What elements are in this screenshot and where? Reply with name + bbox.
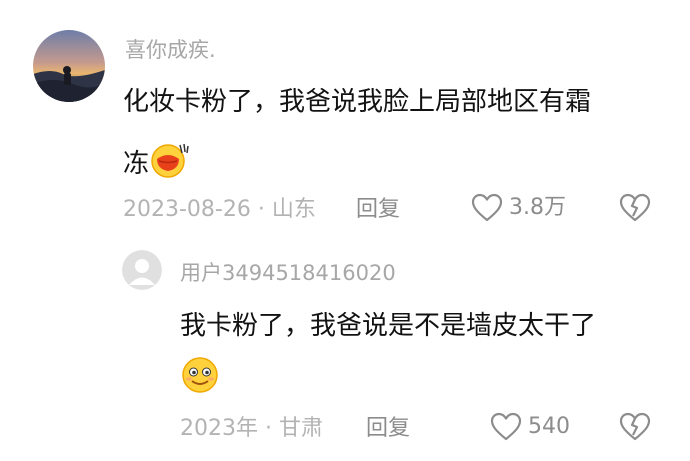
comment-meta: 2023-08-26 · 山东	[123, 197, 316, 222]
heart-icon	[471, 193, 503, 222]
user-avatar[interactable]	[33, 30, 105, 102]
reply-like-button[interactable]: 540	[490, 412, 570, 442]
kiss-lips-emoji-icon	[149, 141, 189, 188]
heart-icon	[490, 412, 522, 441]
reply-text: 我卡粉了，我爸说是不是墙皮太干了	[180, 311, 597, 341]
reply-username[interactable]: 用户3494518416020	[180, 259, 396, 287]
reply-reply-button[interactable]: 回复	[366, 415, 410, 443]
comment-thread: 喜你成疾. 化妆卡粉了，我爸说我脸上局部地区有霜 冻 2023-08-26 · …	[0, 0, 690, 461]
like-count: 3.8万	[509, 195, 566, 220]
comment-text-line2-text: 冻	[123, 149, 150, 179]
comment-text-line1: 化妆卡粉了，我爸说我脸上局部地区有霜	[123, 87, 592, 117]
reply-button[interactable]: 回复	[356, 196, 400, 224]
reply-meta: 2023年 · 甘肃	[180, 416, 323, 441]
reply-like-count: 540	[528, 414, 570, 439]
like-button[interactable]: 3.8万	[471, 193, 566, 223]
dislike-button[interactable]	[619, 193, 651, 227]
default-avatar-icon	[122, 250, 162, 290]
comment-text-line2: 冻	[123, 141, 189, 188]
comment-username[interactable]: 喜你成疾.	[125, 36, 216, 64]
smiling-face-emoji-icon	[180, 356, 220, 398]
broken-heart-icon	[619, 412, 651, 441]
reply-user-avatar[interactable]	[122, 250, 162, 290]
broken-heart-icon	[619, 193, 651, 222]
reply-dislike-button[interactable]	[619, 412, 651, 446]
avatar-image	[33, 30, 105, 102]
